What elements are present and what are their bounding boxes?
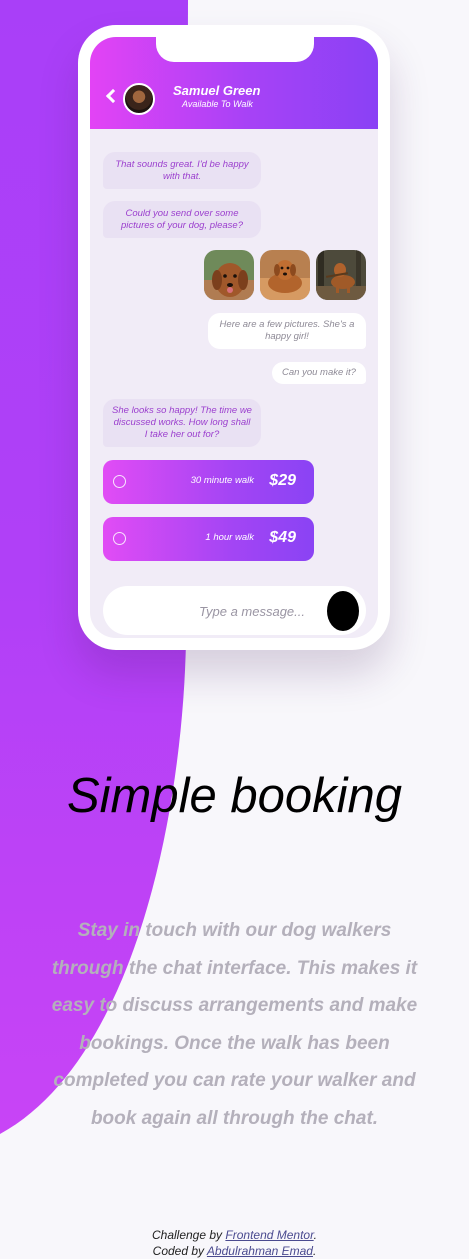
message-bubble-incoming: Could you send over some pictures of you… [103,201,261,238]
attribution-coded-prefix: Coded by [152,1244,205,1258]
message-bubble-incoming: She looks so happy! The time we discusse… [103,399,261,447]
attribution-coded: Coded by Abdulrahman Emad. [152,1244,317,1258]
contact-status: Available To Walk [182,99,253,109]
attribution-challenge: Challenge by Frontend Mentor. [151,1228,317,1242]
message-bubble-outgoing: Can you make it? [272,362,366,384]
walk-option-price: $49 [269,529,296,546]
contact-name: Samuel Green [173,83,261,98]
chat-screen: Samuel Green Available To Walk That soun… [90,37,378,638]
chevron-left-icon[interactable] [105,88,121,104]
walk-option-price: $29 [269,472,296,489]
attribution: Challenge by Frontend Mentor. Coded by A… [0,1227,469,1259]
avatar [123,83,155,115]
phone-mockup: Samuel Green Available To Walk That soun… [78,25,390,650]
walk-option-label: 1 hour walk [205,532,254,543]
radio-button[interactable] [113,475,126,488]
walk-option-label: 30 minute walk [190,475,254,486]
phone-notch [156,37,314,62]
attribution-challenge-prefix: Challenge by [151,1228,223,1242]
message-composer [103,586,366,637]
dog-photo[interactable] [204,250,254,300]
frontend-mentor-link[interactable]: Frontend Mentor [225,1228,313,1242]
section-description: Stay in touch with our dog walkers throu… [51,920,418,1129]
message-input[interactable] [123,586,307,637]
message-bubble-outgoing: Here are a few pictures. She's a happy g… [208,313,366,349]
author-link[interactable]: Abdulrahman Emad [207,1244,313,1258]
walk-option-1hour[interactable]: 1 hour walk $49 [103,517,314,561]
send-button[interactable] [327,591,359,631]
walk-option-30min[interactable]: 30 minute walk $29 [103,460,314,504]
dog-photo[interactable] [316,250,366,300]
section-title: Simple booking [66,769,403,823]
message-bubble-incoming: That sounds great. I'd be happy with tha… [103,152,261,189]
radio-button[interactable] [113,532,126,545]
dog-photo[interactable] [260,250,310,300]
